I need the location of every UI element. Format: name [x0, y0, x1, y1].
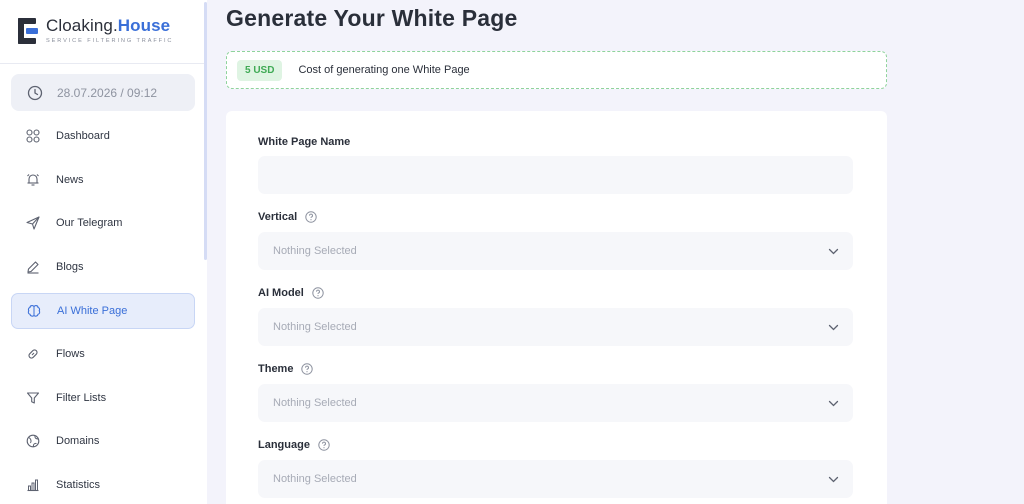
chevron-down-icon — [828, 324, 839, 331]
sidebar-item-dashboard[interactable]: Dashboard — [11, 118, 195, 154]
theme-select-value: Nothing Selected — [273, 397, 357, 409]
cost-description: Cost of generating one White Page — [298, 64, 470, 76]
ai-model-select-value: Nothing Selected — [273, 321, 357, 333]
ai-model-field-label: AI Model — [258, 287, 324, 299]
sidebar-scrollbar[interactable] — [204, 2, 207, 260]
sidebar-item-filter-lists[interactable]: Filter Lists — [11, 380, 195, 416]
datetime-text: 28.07.2026 / 09:12 — [57, 85, 158, 100]
pen-icon — [26, 260, 40, 274]
cost-badge: 5 USD — [237, 59, 283, 81]
chevron-down-icon — [828, 476, 839, 483]
bar-chart-icon — [26, 478, 40, 492]
sidebar-item-label: Our Telegram — [56, 217, 123, 229]
sidebar-item-label: Flows — [56, 348, 85, 360]
sidebar-item-domains[interactable]: Domains — [11, 423, 195, 459]
chevron-down-icon — [828, 248, 839, 255]
sidebar-item-label: AI White Page — [57, 305, 128, 317]
sidebar-item-news[interactable]: News — [11, 162, 195, 198]
brain-icon — [27, 304, 41, 318]
sidebar-item-ai-white-page[interactable]: AI White Page — [11, 293, 195, 329]
cost-info-box: 5 USD Cost of generating one White Page — [226, 51, 887, 89]
sidebar-item-label: Statistics — [56, 479, 101, 491]
language-select[interactable]: Nothing Selected — [258, 460, 853, 498]
help-icon[interactable] — [301, 363, 314, 375]
ai-model-field-label-text: AI Model — [258, 287, 304, 299]
vertical-field-label: Vertical — [258, 211, 317, 223]
language-field-label: Language — [258, 439, 330, 451]
brand-name: Cloaking.House — [46, 16, 173, 36]
bell-icon — [26, 173, 40, 187]
ai-model-select[interactable]: Nothing Selected — [258, 308, 853, 346]
send-icon — [26, 216, 40, 230]
name-field-label: White Page Name — [258, 136, 350, 148]
brand-name-part2: House — [117, 16, 171, 35]
name-field-label-text: White Page Name — [258, 136, 351, 148]
theme-select[interactable]: Nothing Selected — [258, 384, 853, 422]
vertical-select-value: Nothing Selected — [273, 245, 357, 257]
brand-tagline: SERVICE FILTERING TRAFFIC — [46, 38, 174, 44]
filter-icon — [26, 391, 40, 405]
help-icon[interactable] — [318, 439, 330, 451]
white-page-name-input[interactable] — [258, 156, 853, 194]
white-page-form: White Page Name Vertical Nothing Selecte… — [226, 111, 887, 504]
sidebar-item-statistics[interactable]: Statistics — [11, 467, 195, 503]
datetime-box: 28.07.2026 / 09:12 — [11, 74, 195, 111]
sidebar-item-label: Dashboard — [56, 130, 110, 142]
clock-icon — [27, 85, 43, 100]
language-field-label-text: Language — [258, 439, 310, 451]
theme-field-label: Theme — [258, 363, 314, 375]
vertical-select[interactable]: Nothing Selected — [258, 232, 853, 270]
sidebar-item-label: Filter Lists — [56, 392, 107, 404]
chevron-down-icon — [828, 400, 839, 407]
help-icon[interactable] — [312, 287, 324, 299]
sidebar-item-blogs[interactable]: Blogs — [11, 249, 195, 285]
globe-icon — [26, 434, 40, 448]
sidebar-item-label: Domains — [56, 435, 100, 447]
sidebar: Cloaking.House SERVICE FILTERING TRAFFIC… — [0, 0, 207, 504]
page-title: Generate Your White Page — [226, 5, 518, 31]
theme-field-label-text: Theme — [258, 363, 294, 375]
sidebar-divider — [0, 63, 207, 64]
vertical-field-label-text: Vertical — [258, 211, 298, 223]
link-icon — [26, 347, 40, 361]
sidebar-item-label: Blogs — [56, 261, 84, 273]
grid-icon — [26, 129, 40, 143]
help-icon[interactable] — [305, 211, 317, 223]
logo[interactable]: Cloaking.House SERVICE FILTERING TRAFFIC — [16, 16, 173, 48]
sidebar-item-flows[interactable]: Flows — [11, 336, 195, 372]
logo-mark-icon — [18, 18, 38, 44]
sidebar-item-telegram[interactable]: Our Telegram — [11, 205, 195, 241]
sidebar-item-label: News — [56, 174, 84, 186]
language-select-value: Nothing Selected — [273, 473, 357, 485]
brand-name-part1: Cloaking. — [46, 16, 118, 35]
